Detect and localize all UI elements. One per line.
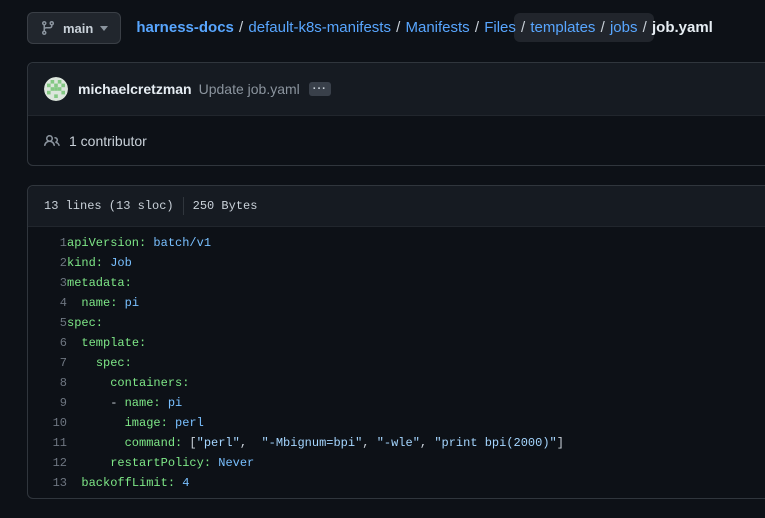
contributors-row: 1 contributor xyxy=(28,115,765,165)
code-line: 13 backoffLimit: 4 xyxy=(28,473,564,493)
file-header: 13 lines (13 sloc) 250 Bytes xyxy=(28,186,765,227)
breadcrumb-separator: / xyxy=(471,19,484,36)
code-line-content: template: xyxy=(67,333,564,353)
code-line-content: containers: xyxy=(67,373,564,393)
code-line: 2kind: Job xyxy=(28,253,564,273)
branch-selector-button[interactable]: main xyxy=(27,12,121,44)
commit-message-link[interactable]: Update job.yaml xyxy=(199,81,300,97)
commit-box: michaelcretzman Update job.yaml ··· 1 co… xyxy=(27,62,765,166)
code-line: 3metadata: xyxy=(28,273,564,293)
commit-header: michaelcretzman Update job.yaml ··· xyxy=(28,63,765,115)
line-number[interactable]: 1 xyxy=(28,233,67,253)
line-number[interactable]: 8 xyxy=(28,373,67,393)
code-line-content: restartPolicy: Never xyxy=(67,453,564,473)
people-icon xyxy=(44,133,60,149)
line-number[interactable]: 7 xyxy=(28,353,67,373)
breadcrumb-separator: / xyxy=(235,19,248,36)
line-number[interactable]: 2 xyxy=(28,253,67,273)
breadcrumb-item-job.yaml: job.yaml xyxy=(652,19,713,36)
breadcrumb-item-jobs[interactable]: jobs xyxy=(610,19,638,36)
file-lines-info: 13 lines (13 sloc) xyxy=(44,199,174,213)
branch-name-label: main xyxy=(63,21,93,36)
code-line: 4 name: pi xyxy=(28,293,564,313)
breadcrumb: harness-docs / default-k8s-manifests / M… xyxy=(136,12,713,44)
code-line-content: command: ["perl", "-Mbignum=bpi", "-wle"… xyxy=(67,433,564,453)
code-line: 12 restartPolicy: Never xyxy=(28,453,564,473)
breadcrumb-separator: / xyxy=(392,19,405,36)
code-line-content: spec: xyxy=(67,353,564,373)
code-line-content: metadata: xyxy=(67,273,564,293)
code-line-content: kind: Job xyxy=(67,253,564,273)
breadcrumb-item-default-k8s-manifests[interactable]: default-k8s-manifests xyxy=(248,19,391,36)
code-line-content: - name: pi xyxy=(67,393,564,413)
git-branch-icon xyxy=(40,20,56,36)
breadcrumb-highlight: / templates / jobs / xyxy=(514,13,654,42)
code-line: 1apiVersion: batch/v1 xyxy=(28,233,564,253)
code-line-content: backoffLimit: 4 xyxy=(67,473,564,493)
breadcrumb-item-templates[interactable]: templates xyxy=(530,19,595,36)
line-number[interactable]: 6 xyxy=(28,333,67,353)
breadcrumb-separator: / xyxy=(517,19,530,36)
breadcrumb-separator: / xyxy=(638,19,651,36)
breadcrumb-item-Files[interactable]: Files xyxy=(484,19,516,36)
breadcrumb-item-Manifests[interactable]: Manifests xyxy=(405,19,469,36)
line-number[interactable]: 13 xyxy=(28,473,67,493)
line-number[interactable]: 12 xyxy=(28,453,67,473)
code-line: 9 - name: pi xyxy=(28,393,564,413)
avatar[interactable] xyxy=(44,77,68,101)
code-line: 6 template: xyxy=(28,333,564,353)
line-number[interactable]: 4 xyxy=(28,293,67,313)
code-line-content: spec: xyxy=(67,313,564,333)
code-line: 7 spec: xyxy=(28,353,564,373)
code-line: 5spec: xyxy=(28,313,564,333)
line-number[interactable]: 9 xyxy=(28,393,67,413)
file-box: 13 lines (13 sloc) 250 Bytes 1apiVersion… xyxy=(27,185,765,499)
breadcrumb-separator: / xyxy=(596,19,609,36)
file-size-info: 250 Bytes xyxy=(193,199,258,213)
code-line: 11 command: ["perl", "-Mbignum=bpi", "-w… xyxy=(28,433,564,453)
commit-expand-button[interactable]: ··· xyxy=(309,82,331,96)
code-line-content: name: pi xyxy=(67,293,564,313)
code-line-content: apiVersion: batch/v1 xyxy=(67,233,564,253)
topbar: main harness-docs / default-k8s-manifest… xyxy=(27,12,765,44)
identicon xyxy=(44,77,68,101)
commit-author-link[interactable]: michaelcretzman xyxy=(78,81,192,97)
file-info-divider xyxy=(183,197,184,215)
code-line: 8 containers: xyxy=(28,373,564,393)
line-number[interactable]: 3 xyxy=(28,273,67,293)
ellipsis-icon: ··· xyxy=(313,83,327,95)
code-line: 10 image: perl xyxy=(28,413,564,433)
contributors-label: 1 contributor xyxy=(69,133,147,149)
chevron-down-icon xyxy=(100,26,108,35)
line-number[interactable]: 5 xyxy=(28,313,67,333)
code-line-content: image: perl xyxy=(67,413,564,433)
code-view: 1apiVersion: batch/v12kind: Job3metadata… xyxy=(28,233,564,493)
line-number[interactable]: 10 xyxy=(28,413,67,433)
line-number[interactable]: 11 xyxy=(28,433,67,453)
breadcrumb-item-harness-docs[interactable]: harness-docs xyxy=(136,19,234,36)
